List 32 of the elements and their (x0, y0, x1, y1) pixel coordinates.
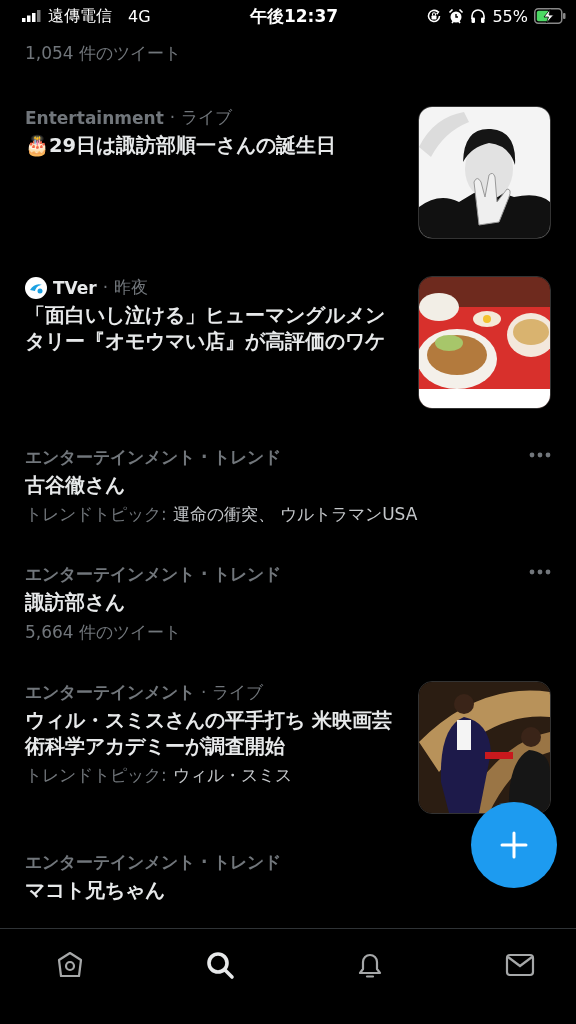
trend-title[interactable]: 「面白いし泣ける」ヒューマングルメンタリー『オモウマい店』が高評価のワケ (25, 303, 397, 356)
trend-category: TVer (53, 277, 97, 298)
trend-title[interactable]: ウィル・スミスさんの平手打ち 米映画芸術科学アカデミーが調査開始 (25, 707, 397, 761)
trend-topics: 運命の衝突、 ウルトラマンUSA (172, 503, 418, 527)
tweet-count: 5,664 件のツイート (25, 620, 183, 644)
trend-category: Entertainment (25, 107, 164, 128)
trend-category: エンターテインメント · トレンド (25, 446, 282, 469)
trend-category: エンターテインメント · トレンド (25, 563, 282, 587)
topics-label: トレンドトピック: (25, 764, 167, 788)
trend-title[interactable]: 古谷徹さん (25, 473, 397, 500)
trend-meta: · ライブ (201, 680, 263, 704)
trend-category: エンターテインメント · トレンド (25, 850, 282, 874)
rotation-lock-icon (426, 8, 443, 24)
battery-percent: 55% (492, 6, 528, 26)
clock: 午後12:37 (249, 4, 339, 28)
trend-meta: · 昨夜 (102, 276, 148, 299)
trend-title[interactable]: 諏訪部さん (25, 590, 397, 617)
logo-icon (25, 276, 47, 299)
trend-title[interactable]: 🎂29日は諏訪部順一さんの誕生日 (25, 133, 397, 160)
headphones-icon (470, 8, 487, 24)
signal-icon (22, 10, 42, 22)
trend-category: エンターテインメント (25, 680, 195, 704)
battery-charging-icon (534, 8, 566, 24)
topics-label: トレンドトピック: (25, 503, 167, 527)
network-type: 4G (128, 6, 151, 26)
alarm-icon (448, 8, 465, 24)
plus-icon (499, 830, 529, 860)
tweet-count: 1,054 件のツイート (25, 43, 182, 63)
carrier-name: 遠傳電信 (48, 5, 112, 27)
trend-title[interactable]: マコト兄ちゃん (25, 877, 397, 904)
trend-meta: · ライブ (169, 106, 232, 129)
trend-topics: ウィル・スミス (172, 764, 292, 788)
